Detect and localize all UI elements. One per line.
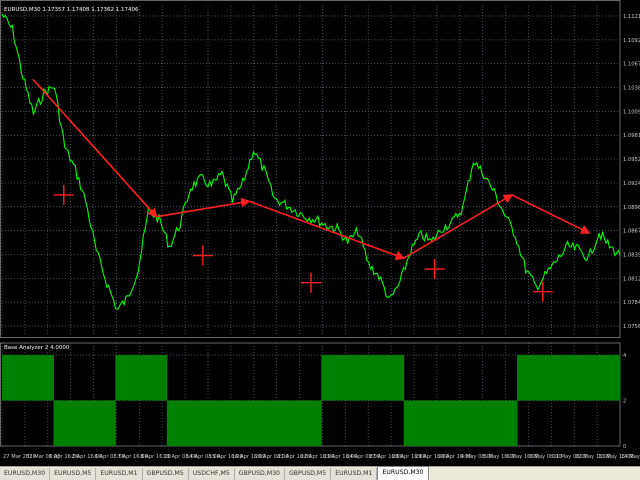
price-tick-label: 1.08390: [623, 252, 640, 258]
indicator-bar: [94, 400, 106, 446]
indicator-bar: [599, 355, 611, 401]
indicator-bar: [228, 400, 240, 446]
indicator-bar: [177, 400, 188, 446]
price-tick-label: 1.09525: [623, 157, 640, 163]
indicator-bar: [2, 355, 13, 401]
indicator-bar: [84, 400, 96, 446]
zigzag-segment: [511, 194, 591, 234]
price-tick-label: 1.11210: [623, 14, 640, 20]
indicator-bar: [486, 400, 497, 446]
indicator-tick-label: 2: [623, 399, 626, 405]
price-tick-label: 1.10095: [623, 109, 640, 115]
indicator-bar: [372, 355, 384, 401]
indicator-bar: [403, 400, 415, 446]
indicator-name: Base Analyzer 2 4.0000: [4, 345, 70, 351]
price-chart-window[interactable]: 1.11210 1.10925 1.10670 1.10380 1.10095 1.098…: [0, 0, 640, 466]
chart-tab[interactable]: EURUSD,M1: [96, 468, 143, 480]
zigzag-segment: [32, 78, 158, 218]
indicator-bar: [352, 355, 363, 401]
indicator-bar: [568, 355, 580, 401]
chart-canvas: 1.11210 1.10925 1.10670 1.10380 1.10095 1.098…: [0, 0, 640, 460]
price-tick-label: 1.08960: [623, 205, 640, 211]
price-tick-label: 1.08125: [623, 276, 640, 282]
zigzag-segment: [403, 194, 514, 259]
time-tick-label: 14 May 16:00: [621, 454, 640, 460]
chart-tab[interactable]: EURUSD,M5: [50, 468, 97, 480]
indicator-bar: [331, 355, 343, 401]
indicator-bar: [444, 400, 456, 446]
indicator-bar: [547, 355, 559, 401]
indicator-bar: [53, 400, 65, 446]
indicator-bar: [32, 355, 44, 401]
indicator-bar: [609, 355, 621, 401]
indicator-bar: [187, 400, 199, 446]
price-tick-label: 1.09245: [623, 181, 640, 187]
indicator-bar: [115, 355, 127, 401]
indicator-bar: [125, 355, 137, 401]
indicator-tick-label: 4: [623, 353, 627, 359]
indicator-bar: [22, 355, 34, 401]
indicator-bar: [269, 400, 281, 446]
indicator-bar: [589, 355, 600, 401]
indicator-bar: [156, 355, 168, 401]
indicator-bar: [496, 400, 508, 446]
chart-tab[interactable]: GBPUSD,M5: [284, 468, 332, 480]
price-tick-label: 1.07560: [623, 324, 640, 330]
price-line: [1, 13, 621, 310]
indicator-tick-label: 0: [623, 444, 626, 450]
indicator-bar: [465, 400, 477, 446]
indicator-bar: [506, 400, 518, 446]
price-tick-label: 1.10670: [623, 62, 640, 68]
indicator-bar: [166, 400, 178, 446]
indicator-bar: [527, 355, 539, 401]
indicator-bar: [414, 400, 425, 446]
indicator-bar: [341, 355, 353, 401]
indicator-bar: [249, 400, 260, 446]
chart-tab[interactable]: EURUSD,M30: [377, 466, 429, 480]
indicator-bar: [208, 400, 219, 446]
indicator-bar: [455, 400, 466, 446]
price-tick-label: 1.09815: [623, 133, 640, 139]
chart-tab-bar: EURUSD,M30 EURUSD,M5 EURUSD,M1 GBPUSD,M5 USD…: [0, 466, 640, 480]
indicator-bar: [300, 400, 312, 446]
indicator-bar: [146, 355, 157, 401]
indicator-bar: [475, 400, 487, 446]
chart-tab[interactable]: EURUSD,M30: [0, 468, 51, 480]
price-tick-label: 1.10925: [623, 38, 640, 44]
indicator-bar: [43, 355, 54, 401]
indicator-bar: [290, 400, 302, 446]
indicator-bar: [537, 355, 549, 401]
indicator-bar: [280, 400, 291, 446]
indicator-bar: [311, 400, 322, 446]
chart-tab[interactable]: EURUSD,M1: [331, 468, 378, 480]
indicator-bar: [74, 400, 85, 446]
indicator-bar: [321, 355, 333, 401]
indicator-bar: [259, 400, 271, 446]
price-tick-label: 1.08675: [623, 229, 640, 235]
indicator-bar: [558, 355, 569, 401]
chart-symbol-info: EURUSD,M30 1.17357 1.17408 1.17362 1.174…: [4, 7, 139, 13]
indicator-bar: [105, 400, 116, 446]
indicator-bar: [218, 400, 230, 446]
indicator-bar: [383, 355, 394, 401]
indicator-bar: [424, 400, 436, 446]
indicator-bar: [197, 400, 209, 446]
indicator-bar: [12, 355, 24, 401]
price-tick-label: 1.07845: [623, 300, 640, 306]
zigzag-segment: [156, 197, 251, 218]
zigzag-segment: [248, 200, 406, 260]
indicator-bar: [578, 355, 590, 401]
price-tick-label: 1.10380: [623, 86, 640, 92]
indicator-bar: [517, 355, 528, 401]
chart-tab[interactable]: USDCHF,M5: [188, 468, 235, 480]
chart-tab[interactable]: GBPUSD,M30: [234, 468, 285, 480]
indicator-bar: [63, 400, 75, 446]
indicator-bar: [362, 355, 374, 401]
indicator-bar: [434, 400, 446, 446]
indicator-bar: [135, 355, 147, 401]
indicator-bar: [238, 400, 250, 446]
indicator-bar: [393, 355, 405, 401]
chart-tab[interactable]: GBPUSD,M5: [142, 468, 189, 480]
